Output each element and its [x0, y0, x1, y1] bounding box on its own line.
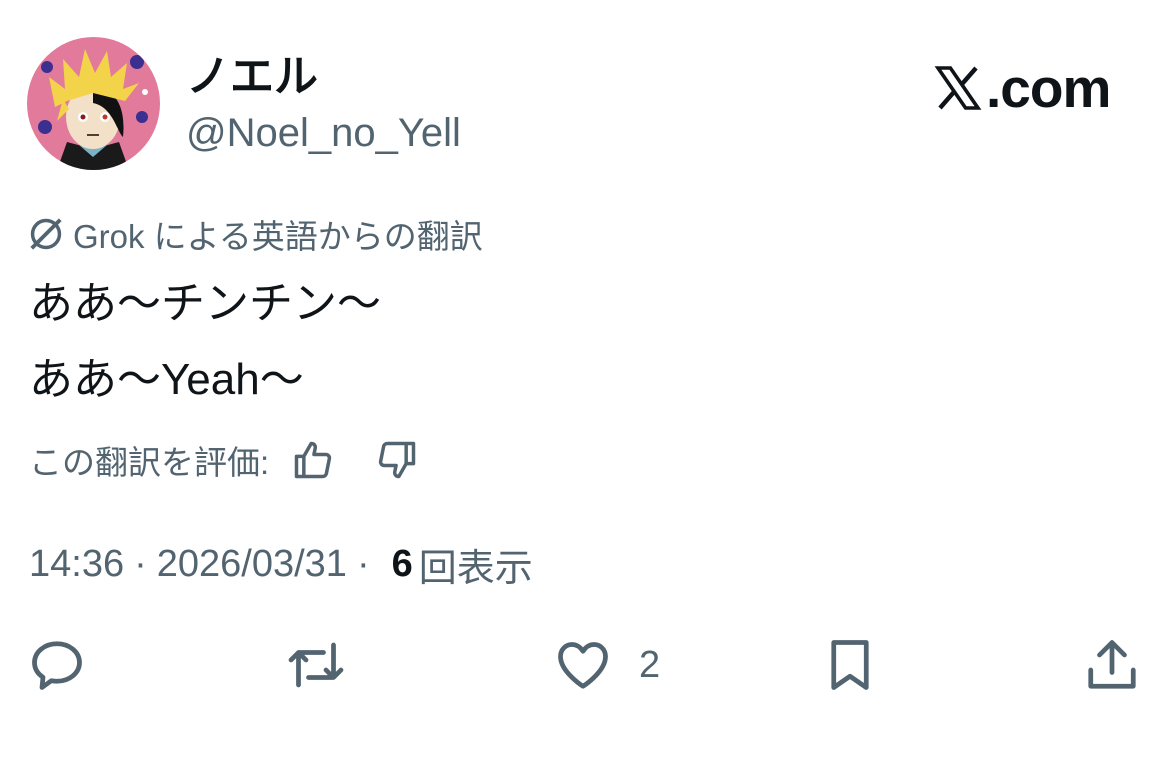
user-handle[interactable]: @Noel_no_Yell — [186, 108, 461, 158]
thumbs-up-icon — [294, 441, 332, 479]
meta-separator: · — [356, 542, 370, 585]
x-logo-icon — [934, 66, 982, 110]
display-name[interactable]: ノエル — [186, 50, 318, 104]
tweet-text-line-2: ああ〜Yeah〜 — [29, 355, 304, 404]
reply-icon — [32, 641, 82, 690]
tweet-meta: 14:36 · 2026/03/31 · 6 回表示 — [29, 540, 533, 590]
thumbs-down-button[interactable] — [373, 436, 421, 484]
rate-label: この翻訳を評価: — [29, 444, 270, 481]
bookmark-button[interactable] — [820, 630, 880, 700]
share-button[interactable] — [1082, 630, 1142, 700]
like-count: 2 — [639, 643, 661, 686]
x-brand: .com — [934, 57, 1111, 119]
avatar-image — [27, 37, 160, 170]
meta-separator: · — [134, 542, 147, 585]
rate-translation: この翻訳を評価: — [29, 436, 421, 484]
translation-note: Grok による英語からの翻訳 — [27, 213, 483, 255]
views-count: 6 — [391, 542, 413, 585]
like-button[interactable]: 2 — [553, 630, 660, 700]
retweet-button[interactable] — [286, 630, 346, 700]
thumbs-down-icon — [379, 441, 416, 479]
tweet-text-line-1: ああ〜チンチン〜 — [29, 279, 381, 328]
grok-icon — [30, 218, 62, 250]
bookmark-icon — [831, 640, 869, 690]
thumbs-up-button[interactable] — [289, 436, 337, 484]
action-bar: 2 — [0, 630, 1170, 700]
reply-button[interactable] — [27, 630, 87, 700]
tweet-time[interactable]: 14:36 — [29, 543, 124, 586]
heart-icon — [558, 642, 608, 689]
tweet-date[interactable]: 2026/03/31 — [157, 543, 347, 586]
brand-text: .com — [986, 57, 1111, 119]
retweet-icon — [288, 642, 344, 688]
views-label: 回表示 — [418, 547, 533, 590]
translation-note-text: Grok による英語からの翻訳 — [73, 218, 483, 255]
share-icon — [1088, 640, 1136, 689]
avatar[interactable] — [27, 37, 160, 170]
